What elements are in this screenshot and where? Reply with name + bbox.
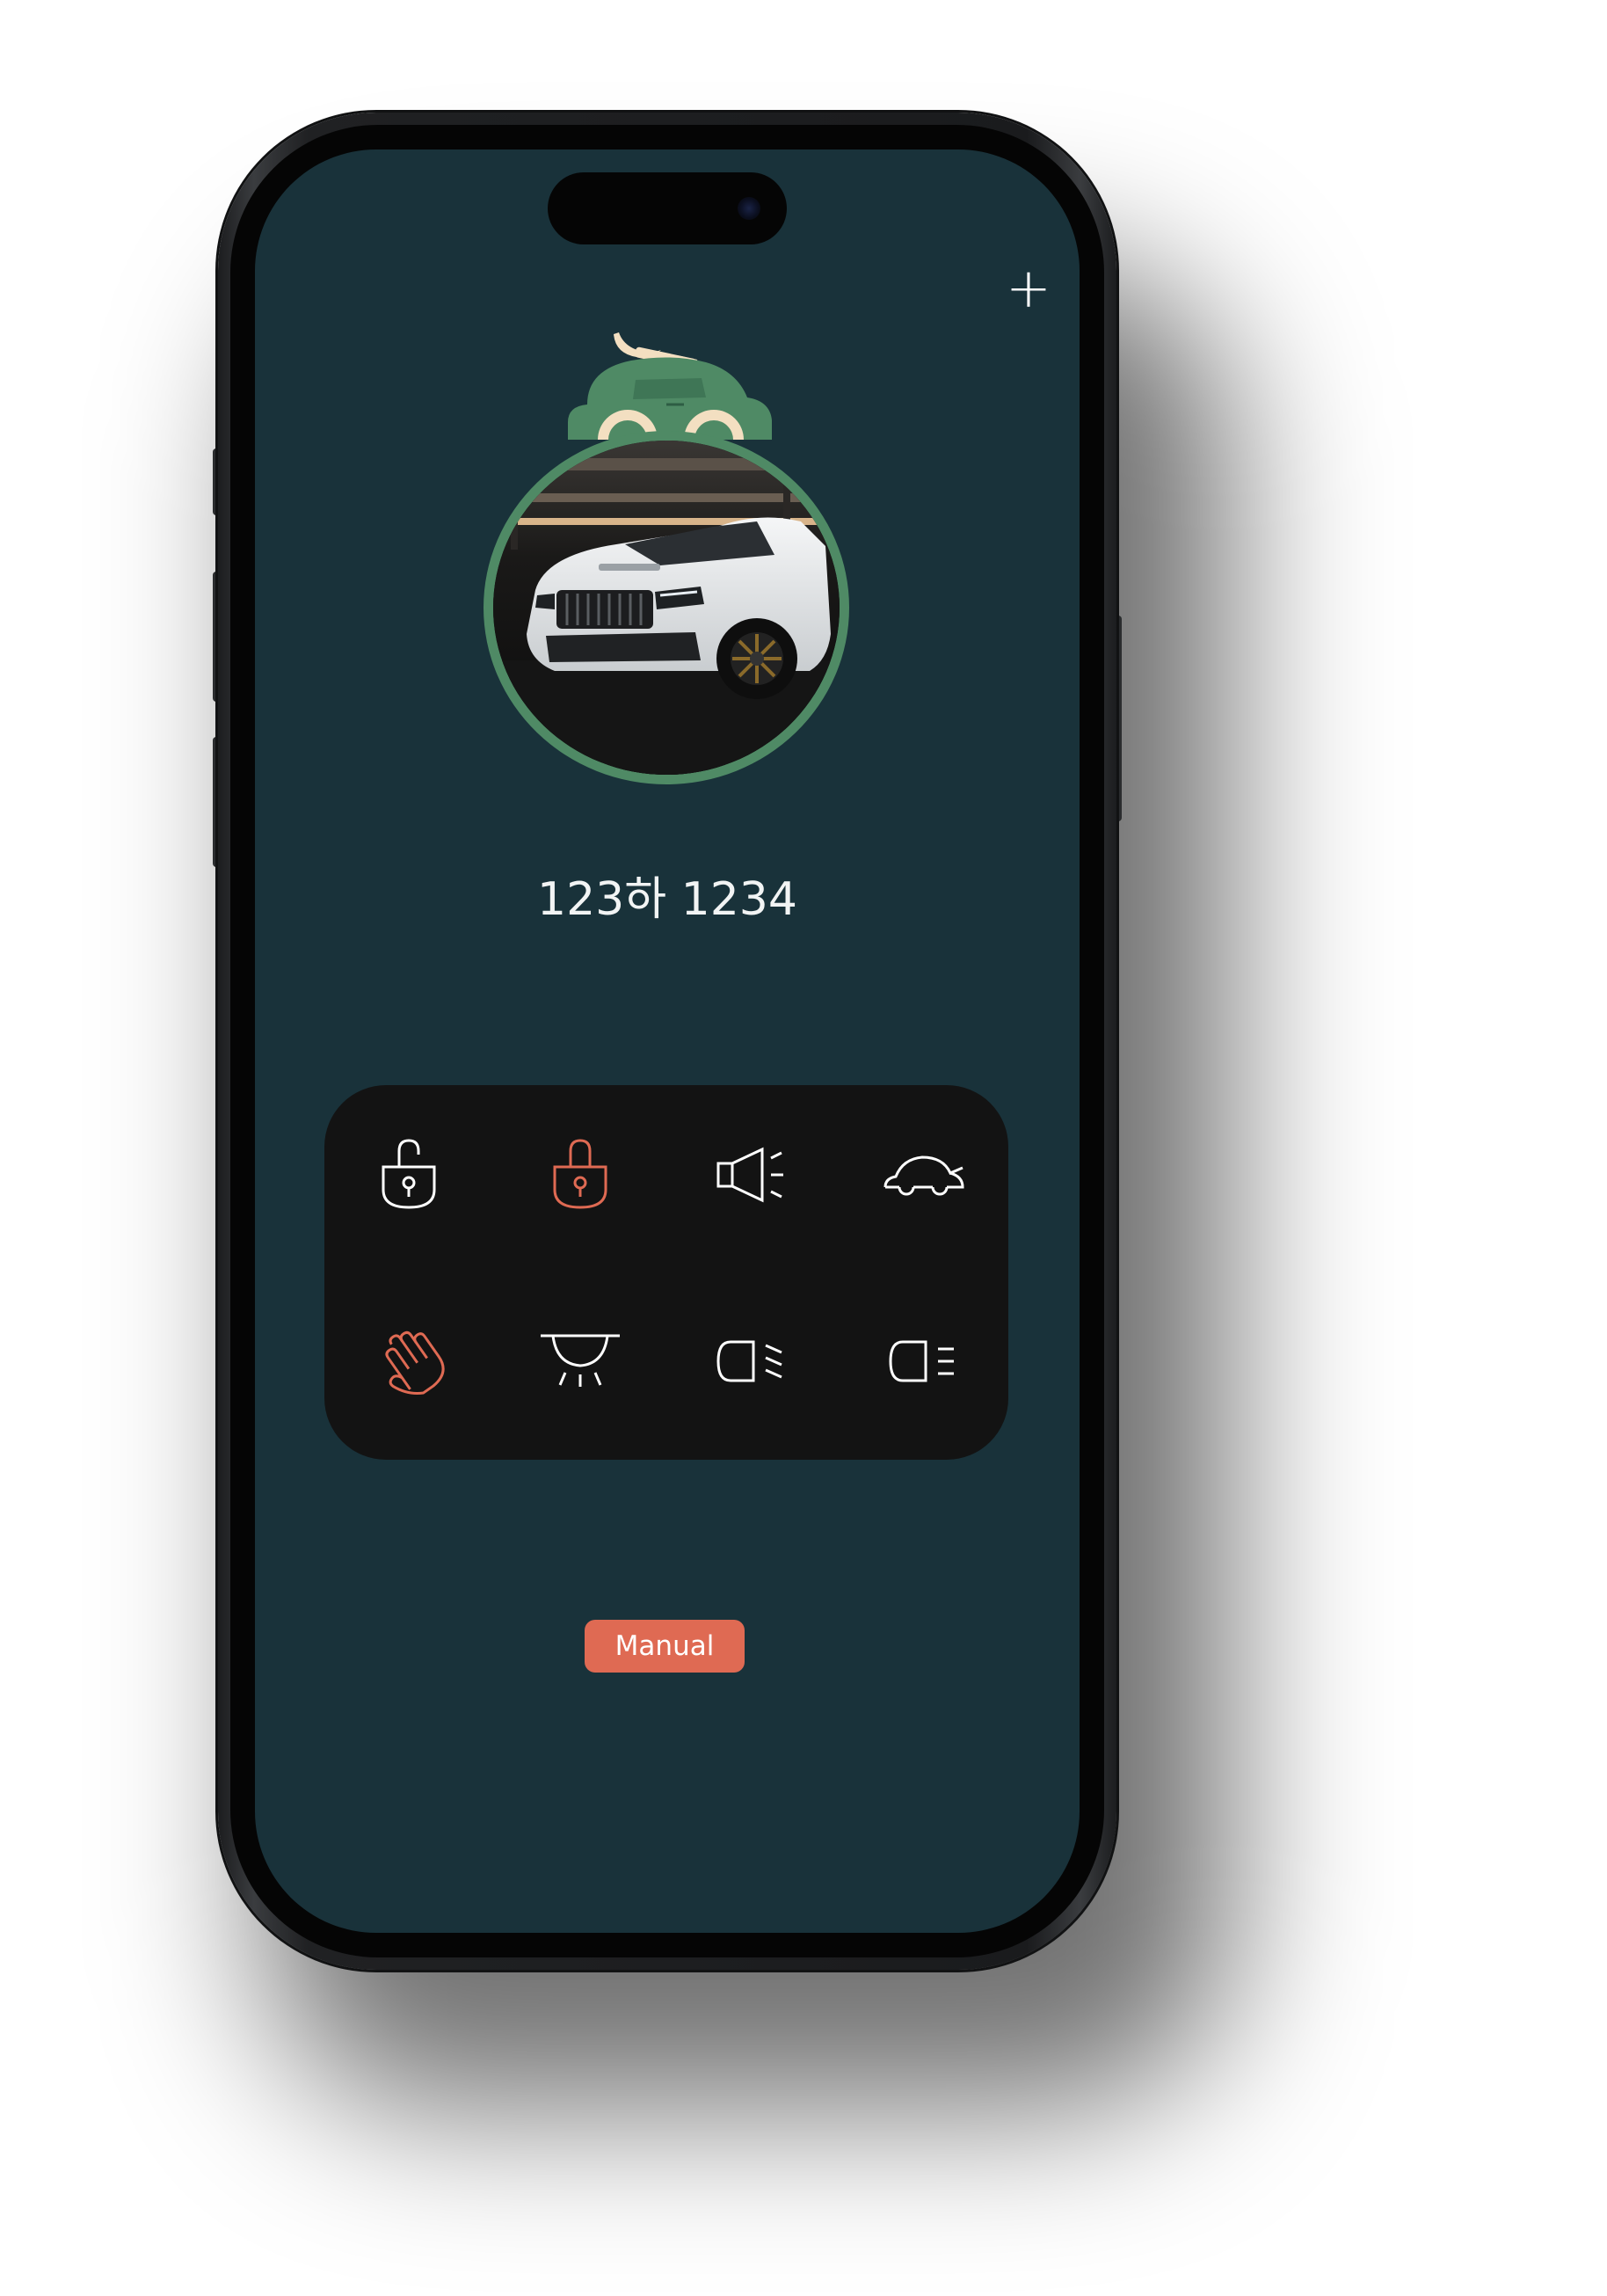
lock-button[interactable]	[527, 1122, 633, 1228]
manual-button[interactable]: Manual	[585, 1620, 745, 1673]
car-body-icon	[568, 357, 772, 440]
low-beam-icon	[716, 1340, 782, 1382]
unlock-button[interactable]	[356, 1122, 462, 1228]
interior-light-button[interactable]	[527, 1308, 633, 1414]
front-camera	[738, 197, 760, 220]
hand-stop-button[interactable]	[356, 1308, 462, 1414]
device-mockup: + 123하 1234 Manual	[0, 0, 1607, 2296]
low-beam-button[interactable]	[699, 1308, 804, 1414]
horn-icon	[716, 1147, 783, 1203]
add-button[interactable]: +	[1002, 261, 1055, 316]
vehicle-image	[493, 441, 840, 775]
car-icon	[883, 1155, 964, 1196]
app-screen: + 123하 1234 Manual	[255, 149, 1080, 1933]
dynamic-island	[548, 172, 787, 244]
remote-start-button[interactable]	[871, 1122, 977, 1228]
plus-icon: +	[1006, 256, 1051, 320]
remote-control-panel	[324, 1085, 1008, 1460]
lock-icon	[553, 1139, 607, 1209]
vehicle-photo	[484, 431, 849, 784]
high-beam-icon	[889, 1340, 954, 1382]
high-beam-button[interactable]	[871, 1308, 977, 1414]
hand-icon	[385, 1330, 445, 1395]
unlock-icon	[382, 1139, 436, 1209]
dome-light-icon	[541, 1334, 620, 1387]
horn-button[interactable]	[699, 1122, 804, 1228]
plate-number: 123하 1234	[537, 873, 797, 926]
